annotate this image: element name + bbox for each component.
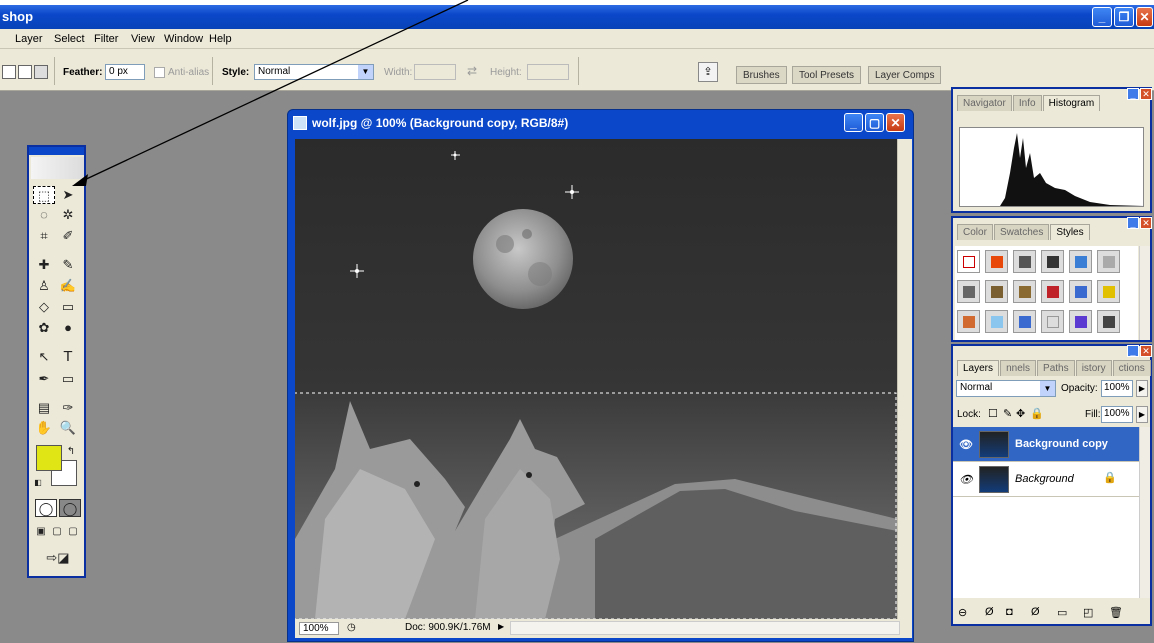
annotation-arrow	[72, 0, 469, 186]
